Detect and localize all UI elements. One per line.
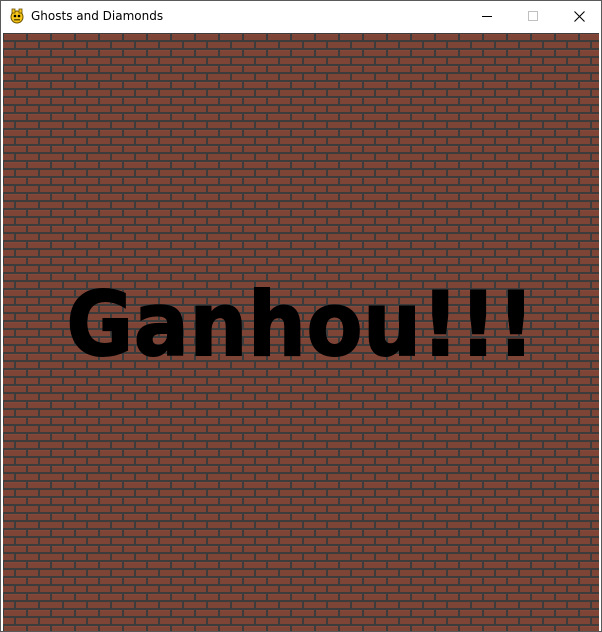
pygame-snake-icon	[10, 8, 24, 24]
title-bar[interactable]: Ghosts and Diamonds	[1, 1, 601, 32]
maximize-button[interactable]	[510, 1, 556, 31]
win-message: Ganhou!!!	[66, 273, 536, 376]
close-icon	[573, 10, 585, 22]
app-window: Ghosts and Diamonds Ganhou!!!	[0, 0, 602, 632]
minimize-button[interactable]	[464, 1, 510, 31]
maximize-icon	[528, 11, 538, 21]
window-title: Ghosts and Diamonds	[31, 9, 164, 23]
close-button[interactable]	[556, 1, 601, 31]
game-canvas[interactable]: Ganhou!!!	[3, 33, 599, 631]
minimize-icon	[482, 16, 492, 17]
